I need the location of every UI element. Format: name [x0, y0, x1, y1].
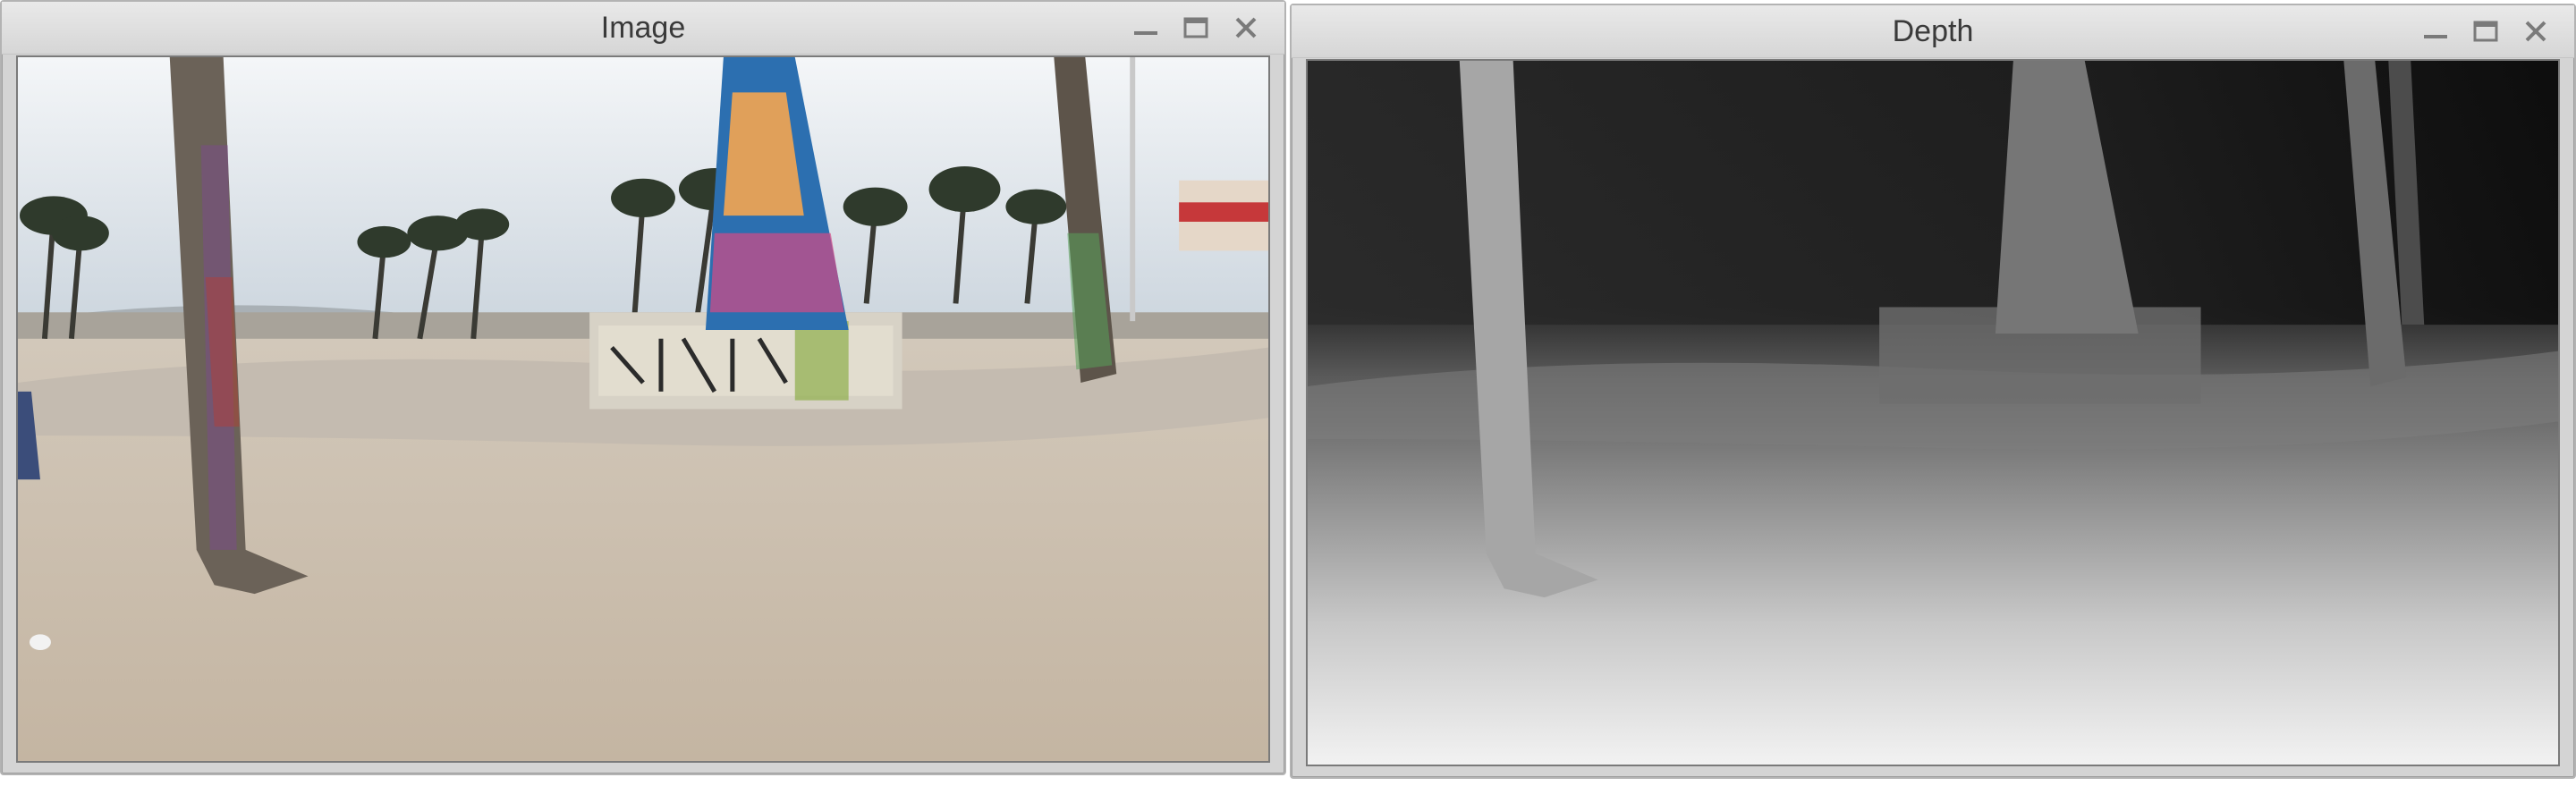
- minimize-icon[interactable]: [1131, 15, 1161, 40]
- minimize-icon[interactable]: [2420, 19, 2451, 44]
- maximize-icon[interactable]: [1181, 15, 1211, 40]
- depth-view: [1306, 59, 2560, 766]
- image-view: [16, 55, 1270, 763]
- window-controls: [1131, 14, 1261, 41]
- close-icon[interactable]: [2521, 19, 2551, 44]
- window-controls: [2420, 18, 2551, 45]
- window-title: Depth: [1892, 14, 1974, 48]
- depth-map: [1308, 61, 2558, 765]
- depth-window: Depth: [1290, 4, 2576, 779]
- maximize-icon[interactable]: [2470, 19, 2501, 44]
- beach-photo: [18, 57, 1268, 761]
- titlebar[interactable]: Depth: [1292, 5, 2574, 58]
- window-title: Image: [600, 11, 686, 45]
- image-window: Image: [0, 0, 1286, 775]
- titlebar[interactable]: Image: [2, 2, 1284, 55]
- close-icon[interactable]: [1231, 15, 1261, 40]
